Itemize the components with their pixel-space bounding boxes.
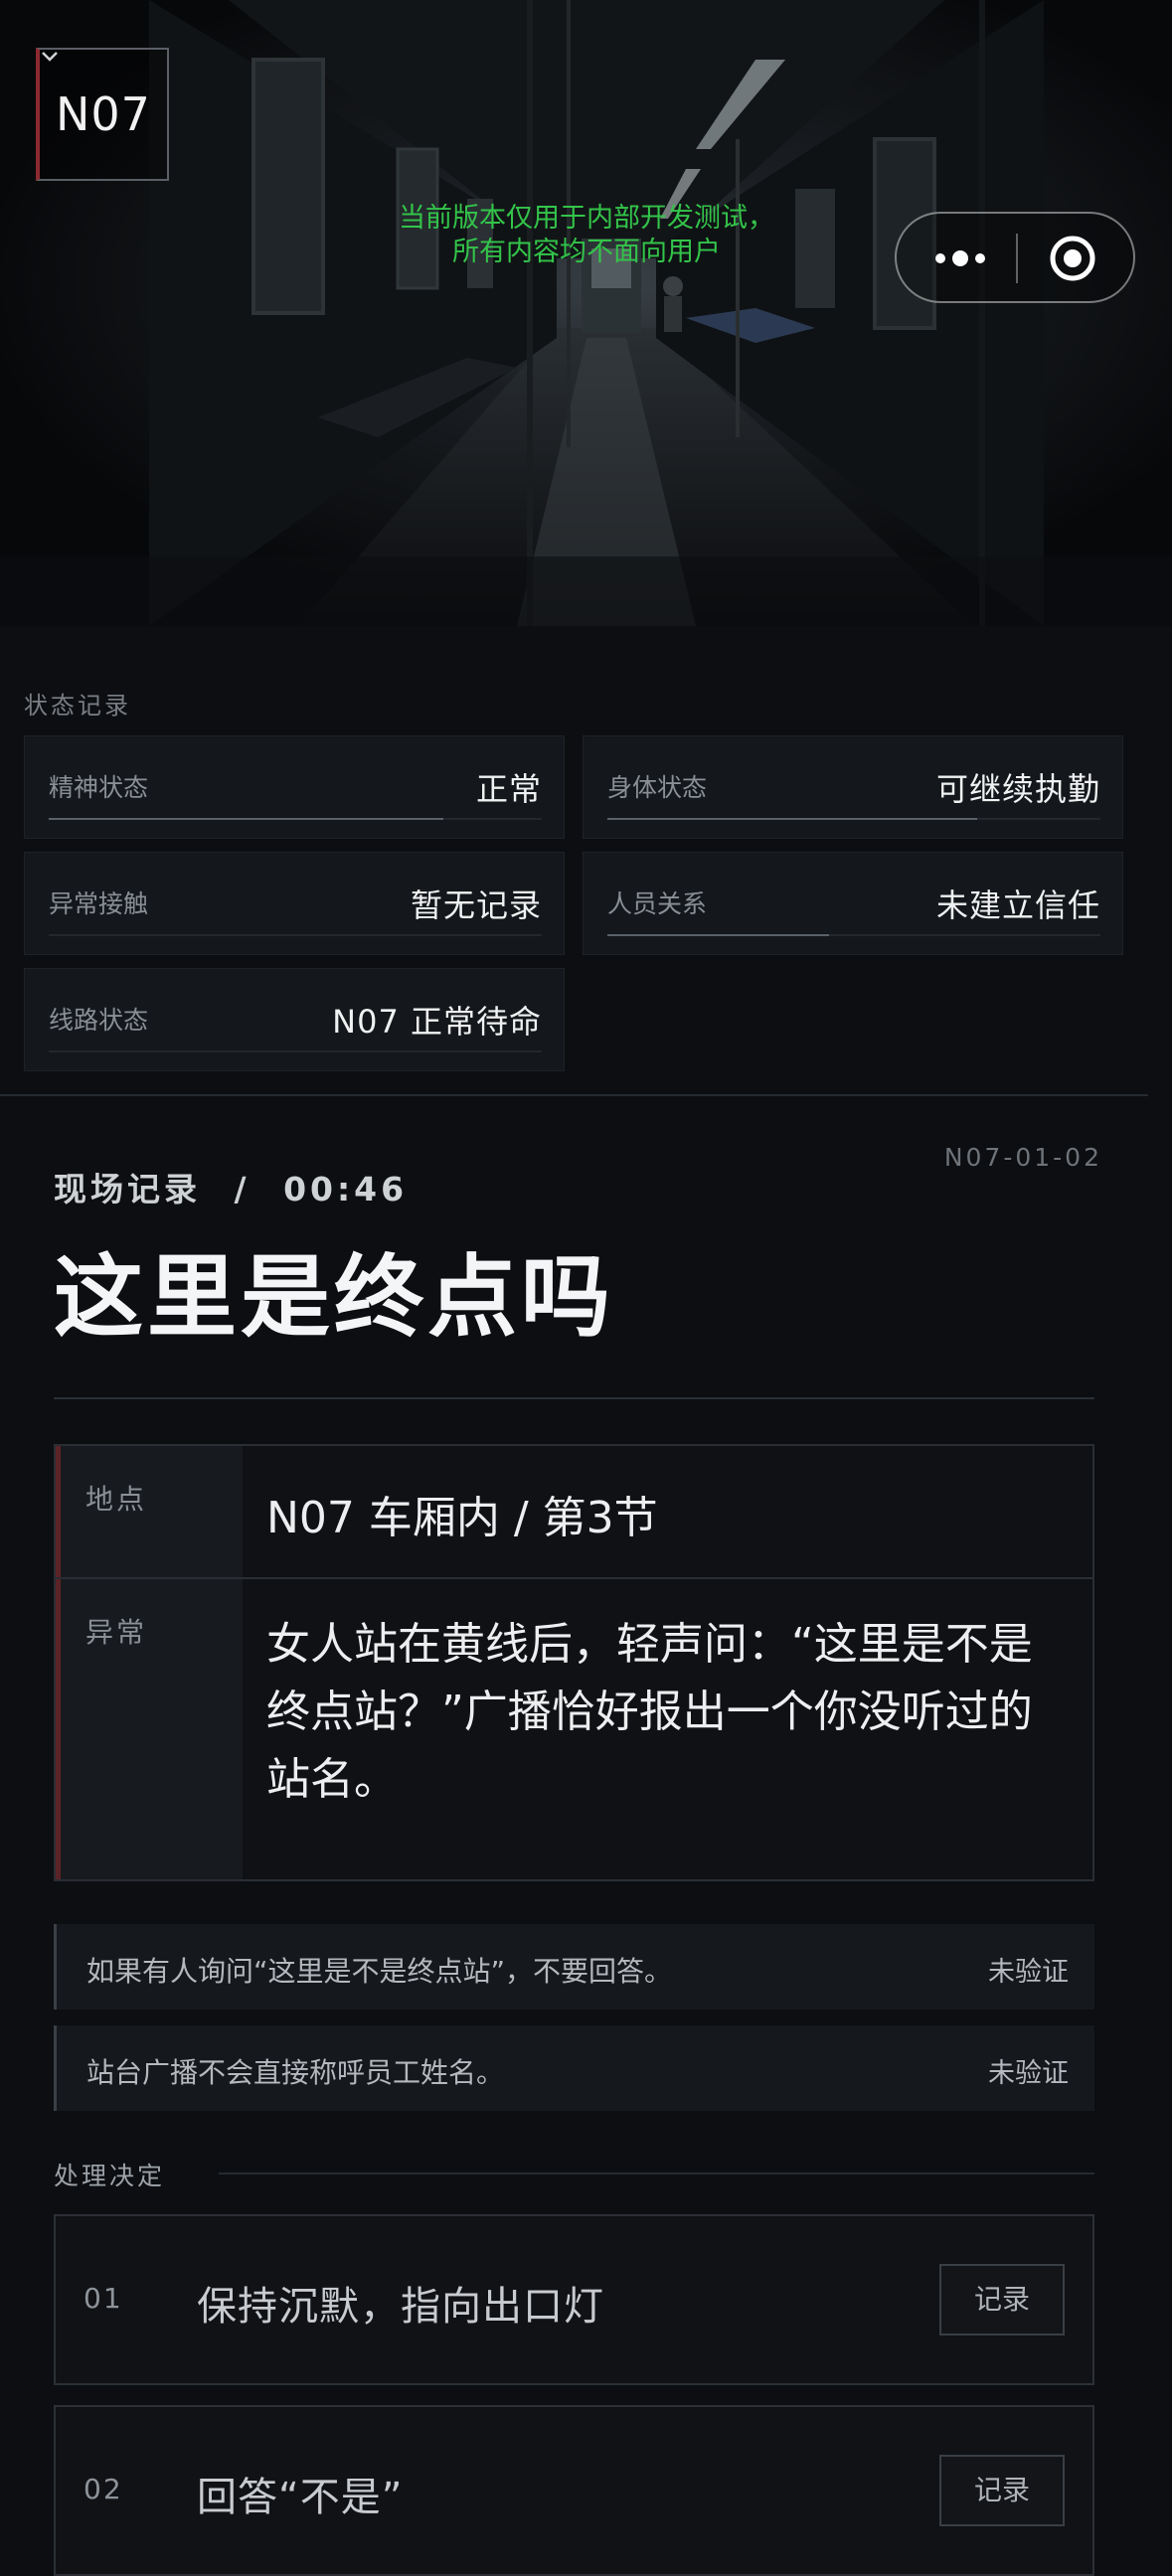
status-section-label: 状态记录 <box>24 692 131 720</box>
record-type: 现场记录 <box>54 1170 201 1208</box>
status-bar-track <box>49 934 542 936</box>
rule-text: 如果有人询问“这里是不是终点站”，不要回答。 <box>86 1955 673 1988</box>
decision-option[interactable]: 01 保持沉默，指向出口灯 记录 <box>54 2214 1094 2385</box>
record-time: 00:46 <box>283 1170 409 1208</box>
option-number: 02 <box>84 2473 123 2505</box>
rule-item[interactable]: 如果有人询问“这里是不是终点站”，不要回答。 未验证 <box>54 1924 1094 2010</box>
subway-car-image <box>0 0 1172 626</box>
status-card-value: 未建立信任 <box>935 886 1100 924</box>
chevron-down-icon <box>42 52 58 62</box>
status-bar-track <box>49 818 542 820</box>
status-card-label: 精神状态 <box>49 773 149 802</box>
record-info-box: 地点 N07 车厢内 / 第3节 异常 女人站在黄线后，轻声问：“这里是不是终点… <box>54 1444 1094 1881</box>
dev-notice-line2: 所有内容均不面向用户 <box>452 237 721 267</box>
record-button[interactable]: 记录 <box>939 2264 1065 2335</box>
option-text: 保持沉默，指向出口灯 <box>197 2284 604 2330</box>
decision-divider <box>219 2173 1094 2174</box>
status-card-line: 线路状态 N07 正常待命 <box>24 968 565 1071</box>
section-divider <box>0 1094 1148 1096</box>
record-title: 这里是终点吗 <box>54 1245 614 1350</box>
status-card-value: N07 正常待命 <box>332 1003 542 1041</box>
title-divider <box>54 1397 1094 1399</box>
status-card-label: 人员关系 <box>607 889 708 918</box>
status-bar-fill <box>607 934 830 936</box>
hero-banner: N07 当前版本仅用于内部开发测试， 所有内容均不面向用户 <box>0 0 1172 626</box>
line-selector[interactable]: N07 <box>36 48 169 181</box>
status-card-value: 可继续执勤 <box>935 770 1100 808</box>
status-card-value: 暂无记录 <box>410 886 542 924</box>
record-separator: / <box>234 1170 251 1208</box>
status-bar-fill <box>49 818 443 820</box>
status-bar-fill <box>607 818 977 820</box>
capsule-divider <box>1016 234 1018 283</box>
status-card-physical: 身体状态 可继续执勤 <box>583 735 1123 839</box>
rule-status: 未验证 <box>988 2058 1069 2089</box>
dev-notice-line1: 当前版本仅用于内部开发测试， <box>399 203 774 234</box>
status-card-label: 线路状态 <box>49 1006 149 1035</box>
record-button[interactable]: 记录 <box>939 2455 1065 2526</box>
status-card-mental: 精神状态 正常 <box>24 735 565 839</box>
status-bar-track <box>49 1050 542 1052</box>
target-close-icon[interactable] <box>1048 234 1097 283</box>
status-bar-track <box>607 818 1100 820</box>
location-row: 地点 N07 车厢内 / 第3节 <box>56 1446 1092 1579</box>
rule-text: 站台广播不会直接称呼员工姓名。 <box>86 2056 505 2089</box>
mini-program-capsule <box>895 212 1135 303</box>
record-code: N07-01-02 <box>943 1143 1102 1172</box>
decision-section-label: 处理决定 <box>54 2162 166 2190</box>
option-text: 回答“不是” <box>197 2475 404 2520</box>
more-dots-icon[interactable] <box>926 238 994 279</box>
location-label: 地点 <box>85 1483 148 1516</box>
status-card-label: 身体状态 <box>607 773 708 802</box>
anomaly-label: 异常 <box>85 1616 148 1649</box>
status-card-contact: 异常接触 暂无记录 <box>24 852 565 955</box>
line-logo-text: N07 <box>56 87 151 141</box>
decision-option[interactable]: 02 回答“不是” 记录 <box>54 2405 1094 2576</box>
anomaly-value: 女人站在黄线后，轻声问：“这里是不是终点站？”广播恰好报出一个你没听过的站名。 <box>266 1619 1033 1805</box>
rule-item[interactable]: 站台广播不会直接称呼员工姓名。 未验证 <box>54 2025 1094 2111</box>
status-card-relationship: 人员关系 未建立信任 <box>583 852 1123 955</box>
dev-notice: 当前版本仅用于内部开发测试， 所有内容均不面向用户 <box>358 202 815 269</box>
record-subtitle: 现场记录 / 00:46 <box>54 1163 408 1210</box>
rule-status: 未验证 <box>988 1957 1069 1988</box>
anomaly-row: 异常 女人站在黄线后，轻声问：“这里是不是终点站？”广播恰好报出一个你没听过的站… <box>56 1579 1092 1879</box>
status-card-label: 异常接触 <box>49 889 149 918</box>
status-card-value: 正常 <box>475 770 542 808</box>
status-bar-track <box>607 934 1100 936</box>
option-number: 01 <box>84 2282 123 2315</box>
location-value: N07 车厢内 / 第3节 <box>266 1493 658 1543</box>
